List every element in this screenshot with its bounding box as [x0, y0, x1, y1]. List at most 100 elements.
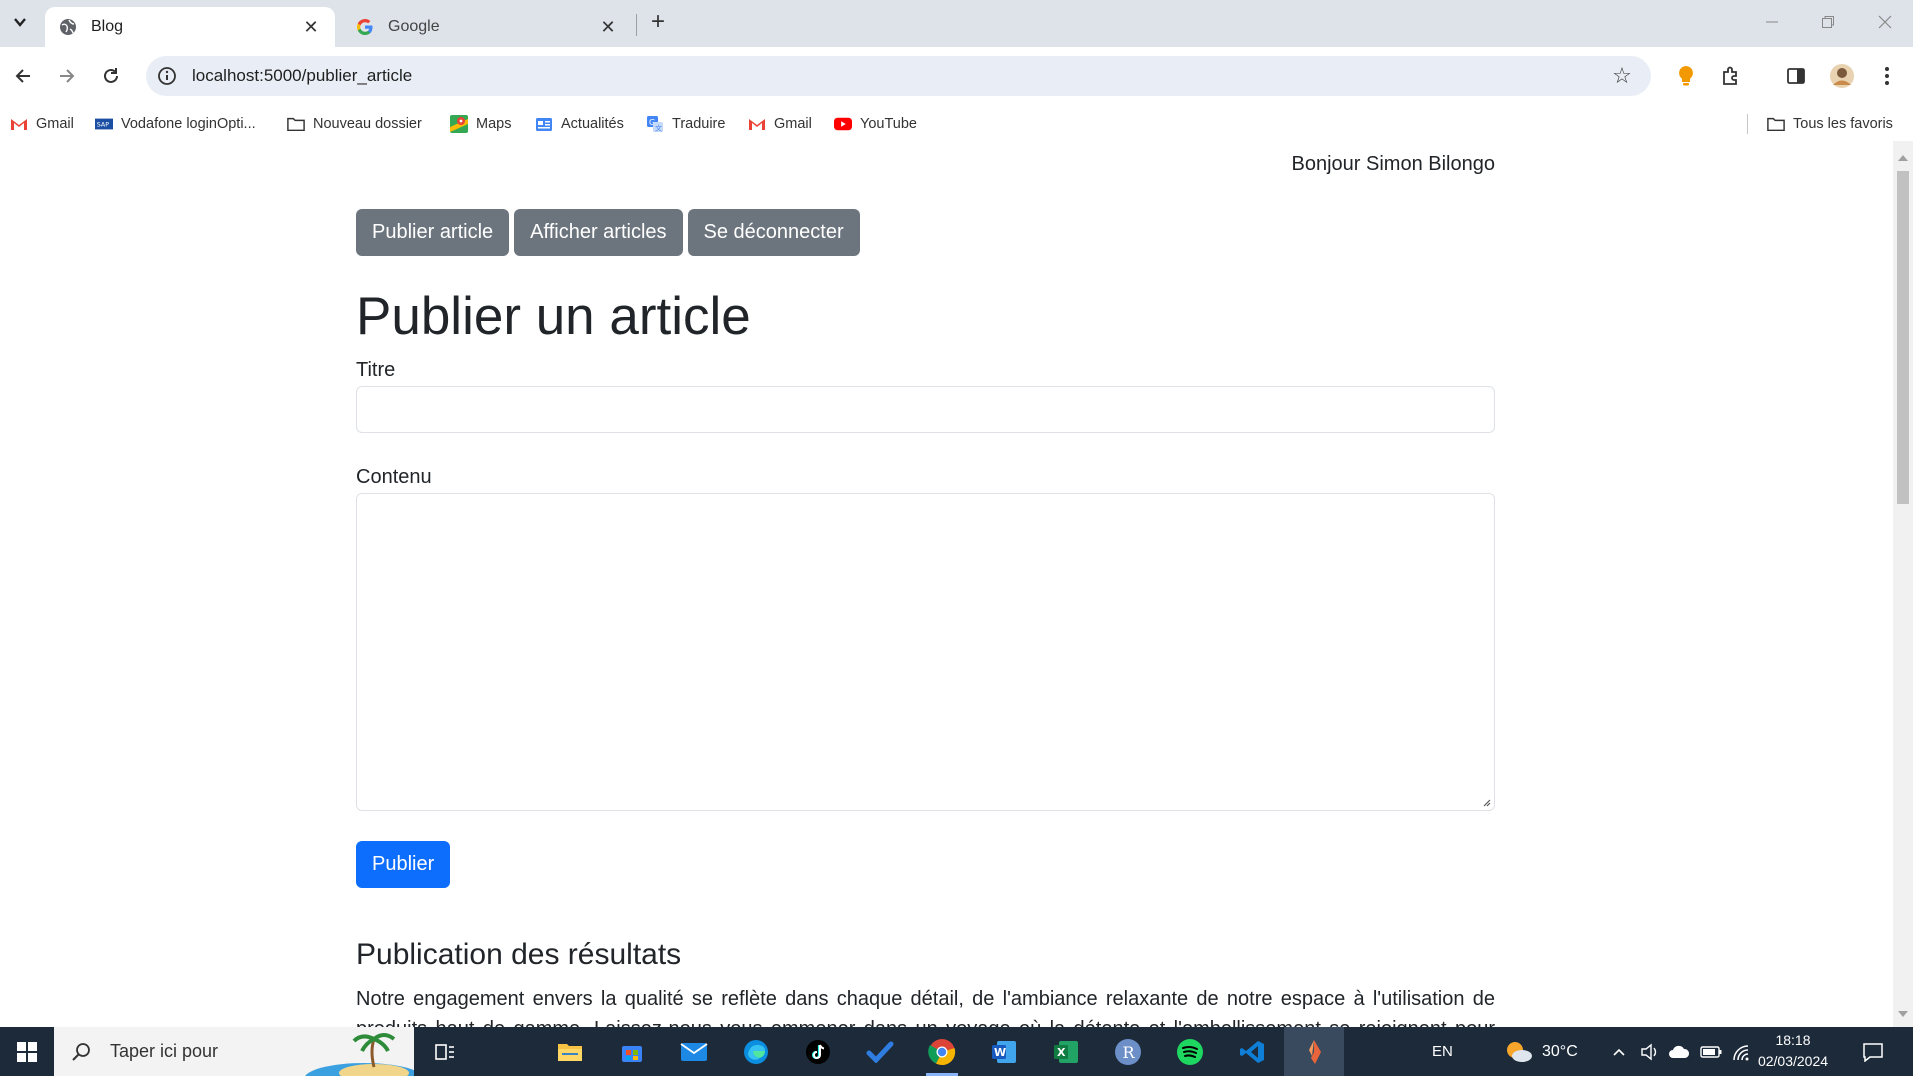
bookmark-gmail[interactable]: Gmail	[10, 113, 74, 135]
chevron-up-icon	[1613, 1048, 1625, 1056]
taskbar-chrome[interactable]	[912, 1027, 972, 1076]
taskbar-r[interactable]: R	[1098, 1027, 1158, 1076]
store-icon	[622, 1045, 642, 1062]
chrome-icon	[928, 1038, 956, 1065]
reload-button[interactable]	[96, 61, 126, 91]
url-text: localhost:5000/publier_article	[192, 66, 413, 85]
volume-button[interactable]	[1640, 1027, 1660, 1076]
tab-title: Google	[388, 18, 440, 35]
gmail-icon	[10, 115, 28, 133]
chrome-menu-icon[interactable]	[1873, 62, 1901, 90]
close-icon[interactable]: ✕	[598, 17, 618, 37]
page-scrollbar[interactable]	[1893, 141, 1913, 1027]
bookmark-vodafone[interactable]: SAP Vodafone loginOpti...	[95, 113, 256, 135]
arrow-left-icon	[15, 69, 30, 83]
cloud-icon	[1669, 1045, 1690, 1058]
reload-icon	[104, 68, 118, 83]
minimize-button[interactable]	[1749, 8, 1795, 36]
task-view-button[interactable]	[415, 1027, 475, 1076]
volume-icon	[1641, 1043, 1657, 1060]
publish-article-button[interactable]: Publier article	[356, 209, 510, 256]
start-button[interactable]	[0, 1027, 54, 1076]
bookmark-youtube[interactable]: YouTube	[834, 113, 917, 135]
scroll-up-arrow-icon[interactable]	[1898, 155, 1908, 161]
site-info-icon[interactable]	[156, 65, 178, 87]
title-label: Titre	[356, 359, 396, 381]
svg-text:W: W	[994, 1046, 1006, 1059]
notification-icon	[1863, 1042, 1883, 1062]
extensions-icon[interactable]	[1717, 62, 1745, 90]
taskbar-edge[interactable]	[726, 1027, 786, 1076]
bookmark-folder[interactable]: Nouveau dossier	[287, 113, 422, 135]
page-title: Publier un article	[356, 287, 751, 346]
taskbar-mail[interactable]	[664, 1027, 724, 1076]
vscode-icon	[1240, 1040, 1264, 1063]
profile-avatar[interactable]	[1828, 62, 1856, 90]
browser-toolbar: localhost:5000/publier_article ☆	[0, 47, 1913, 107]
bookmark-label: Maps	[476, 116, 512, 132]
address-bar[interactable]: localhost:5000/publier_article ☆	[146, 56, 1651, 96]
bookmark-traduire[interactable]: G文 Traduire	[646, 113, 725, 135]
taskbar-spotify[interactable]	[1160, 1027, 1220, 1076]
battery-button[interactable]	[1700, 1027, 1722, 1076]
bookmark-actualites[interactable]: Actualités	[535, 113, 624, 135]
windows-logo-icon	[17, 1041, 37, 1062]
title-input[interactable]	[356, 386, 1495, 433]
content-textarea[interactable]	[356, 493, 1495, 811]
taskbar-clock[interactable]: 18:18 02/03/2024	[1748, 1030, 1838, 1072]
section-paragraph: Notre engagement envers la qualité se re…	[356, 988, 1495, 1027]
back-button[interactable]	[8, 61, 38, 91]
excel-icon: X	[1054, 1040, 1078, 1063]
taskbar-vscode[interactable]	[1222, 1027, 1282, 1076]
app-icon	[1309, 1039, 1321, 1064]
bookmark-maps[interactable]: Maps	[450, 113, 511, 135]
tab-strip: Blog ✕ Google ✕ +	[0, 0, 1913, 47]
onedrive-button[interactable]	[1668, 1027, 1690, 1076]
close-window-button[interactable]	[1862, 8, 1908, 36]
notifications-button[interactable]	[1862, 1027, 1884, 1076]
taskbar-tiktok[interactable]	[788, 1027, 848, 1076]
tab-divider	[636, 14, 637, 36]
search-placeholder: Taper ici pour	[110, 1041, 219, 1061]
taskbar-active-app[interactable]	[1284, 1027, 1344, 1076]
bookmark-label: Tous les favoris	[1793, 116, 1893, 132]
scroll-thumb[interactable]	[1897, 171, 1909, 504]
show-articles-button[interactable]: Afficher articles	[514, 209, 683, 256]
publish-button[interactable]: Publier	[356, 841, 451, 888]
all-bookmarks-folder[interactable]: Tous les favoris	[1767, 113, 1893, 135]
scroll-down-arrow-icon[interactable]	[1898, 1011, 1908, 1017]
bookmark-gmail-2[interactable]: Gmail	[748, 113, 812, 135]
taskbar-search[interactable]: Taper ici pour	[54, 1027, 414, 1076]
page-nav: Publier article Afficher articles Se déc…	[356, 209, 860, 256]
forward-button[interactable]	[52, 61, 82, 91]
taskbar-todo[interactable]	[850, 1027, 910, 1076]
taskbar-file-explorer[interactable]	[540, 1027, 600, 1076]
file-explorer-icon	[558, 1043, 582, 1061]
tab-blog[interactable]: Blog ✕	[45, 7, 335, 47]
new-tab-button[interactable]: +	[646, 8, 670, 35]
lightbulb-extension-icon[interactable]	[1672, 62, 1700, 90]
vodafone-icon: SAP	[95, 115, 113, 133]
taskbar-store[interactable]	[602, 1027, 662, 1076]
language-indicator[interactable]: EN	[1432, 1027, 1453, 1076]
todo-check-icon	[866, 1041, 894, 1063]
mail-icon	[680, 1042, 708, 1061]
minimize-icon	[1766, 21, 1778, 23]
taskbar-excel[interactable]: X	[1036, 1027, 1096, 1076]
globe-icon	[59, 18, 77, 36]
show-hidden-icons-button[interactable]	[1612, 1027, 1626, 1076]
task-view-icon	[435, 1043, 454, 1060]
weather-widget[interactable]: 30°C	[1504, 1027, 1578, 1076]
side-panel-icon[interactable]	[1782, 62, 1810, 90]
restore-button[interactable]	[1805, 8, 1851, 36]
tab-search-button[interactable]	[7, 9, 33, 35]
arrow-right-icon	[60, 69, 75, 83]
tab-google[interactable]: Google ✕	[342, 7, 632, 47]
logout-button[interactable]: Se déconnecter	[687, 209, 860, 256]
resize-grip-icon[interactable]	[1481, 797, 1491, 807]
close-icon[interactable]: ✕	[301, 17, 321, 37]
taskbar-word[interactable]: W	[974, 1027, 1034, 1076]
edge-icon	[744, 1039, 768, 1064]
close-icon	[1878, 15, 1892, 29]
bookmark-star-icon[interactable]: ☆	[1609, 63, 1635, 89]
